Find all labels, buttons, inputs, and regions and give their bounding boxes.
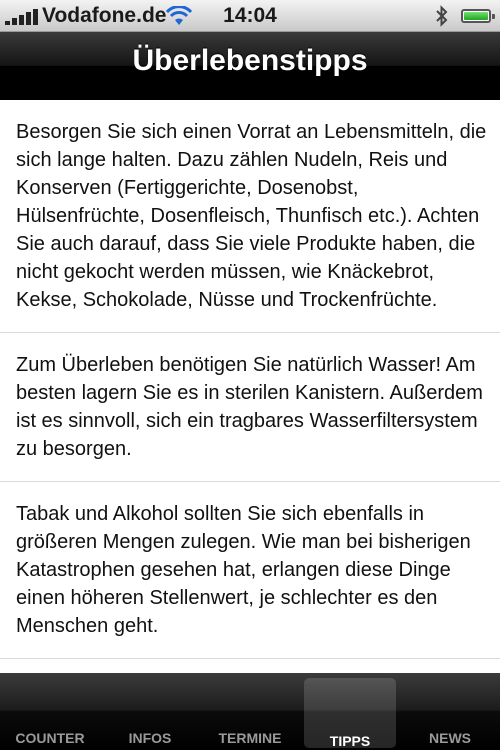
tips-list[interactable]: Besorgen Sie sich einen Vorrat an Lebens… [0,100,500,673]
tab-bar: COUNTER INFOS TERMINE TIPPS NEWS [0,673,500,750]
page-title: Überlebenstipps [132,44,368,77]
wifi-icon [166,6,192,25]
tab-news-label: NEWS [429,730,471,746]
tip-item-water: Zum Überleben benötigen Sie natürlich Wa… [0,333,500,482]
tab-infos[interactable]: INFOS [100,673,200,750]
tab-counter[interactable]: COUNTER [0,673,100,750]
signal-icon [5,9,39,25]
tab-tipps-label: TIPPS [329,733,371,749]
carrier-name: Vodafone.de [42,4,167,27]
tab-counter-label: COUNTER [15,730,85,746]
status-bar: Vodafone.de 14:04 [0,0,500,32]
navigation-bar: Überlebenstipps [0,32,500,100]
tab-termine[interactable]: TERMINE [200,673,300,750]
tab-tipps[interactable]: TIPPS [304,678,396,749]
bluetooth-icon [436,5,448,27]
battery-icon [461,9,495,23]
tab-termine-label: TERMINE [218,730,282,746]
tip-item-tobacco-alcohol: Tabak und Alkohol sollten Sie sich ebenf… [0,482,500,659]
tip-item-food: Besorgen Sie sich einen Vorrat an Lebens… [0,100,500,333]
tab-infos-label: INFOS [128,730,172,746]
tab-news[interactable]: NEWS [400,673,500,750]
